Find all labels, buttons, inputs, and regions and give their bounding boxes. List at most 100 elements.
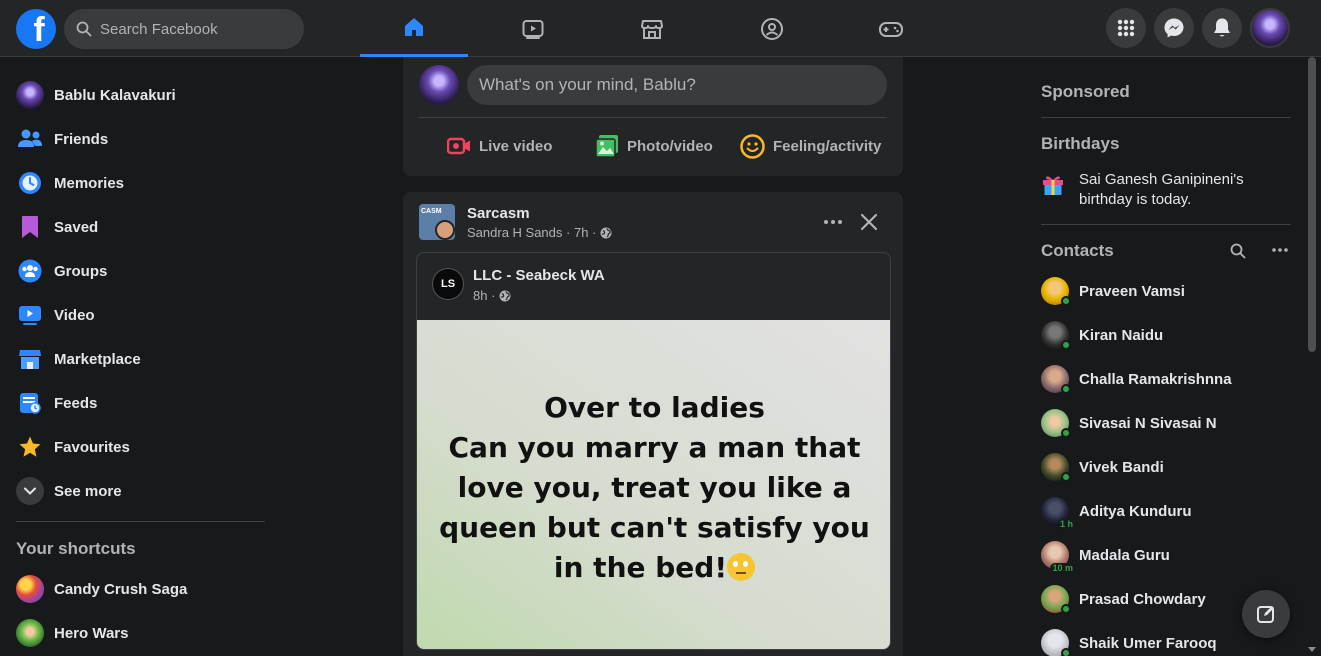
composer-divider — [419, 117, 887, 118]
gaming-icon — [879, 21, 903, 37]
facebook-logo-letter: f — [33, 11, 45, 49]
contact-item[interactable]: Praveen Vamsi — [1041, 269, 1291, 313]
scrollbar-thumb[interactable] — [1308, 57, 1316, 352]
tab-marketplace[interactable] — [598, 0, 706, 57]
feeling-icon — [740, 133, 765, 159]
post-time[interactable]: 7h — [574, 225, 588, 240]
contact-name: Aditya Kunduru — [1079, 502, 1192, 520]
contact-avatar — [1041, 409, 1071, 438]
post-more-options[interactable] — [821, 210, 845, 234]
sidebar-divider — [16, 521, 265, 522]
sidebar-item-memories[interactable]: Memories — [8, 161, 268, 205]
contact-item[interactable]: Kiran Naidu — [1041, 313, 1291, 357]
messenger-icon — [1164, 18, 1184, 38]
shared-page-name[interactable]: LLC - Seabeck WA — [473, 267, 605, 284]
online-status-dot — [1061, 296, 1071, 306]
online-status-dot — [1061, 648, 1071, 656]
contact-item[interactable]: 1 h Aditya Kunduru — [1041, 489, 1291, 533]
post-meta: Sandra H Sands · 7h · — [467, 225, 612, 240]
contact-avatar — [1041, 365, 1071, 394]
tab-home[interactable] — [360, 0, 468, 57]
contacts-more-icon[interactable] — [1271, 247, 1289, 253]
feeling-activity-button[interactable]: Feeling/activity — [740, 133, 881, 159]
contact-name: Shaik Umer Farooq — [1079, 634, 1217, 652]
photo-video-button[interactable]: Photo/video — [595, 133, 713, 159]
tab-gaming[interactable] — [837, 0, 945, 57]
contact-avatar — [1041, 321, 1071, 350]
menu-grid-icon — [1117, 19, 1135, 37]
facebook-logo[interactable]: f — [16, 9, 56, 49]
scroll-down-arrow-icon[interactable] — [1308, 647, 1316, 652]
hero-wars-icon — [16, 619, 44, 647]
video-icon — [16, 301, 44, 329]
birthday-notice[interactable]: Sai Ganesh Ganipineni's birthday is toda… — [1041, 170, 1279, 210]
online-status-dot — [1061, 428, 1071, 438]
sidebar-item-feeds[interactable]: Feeds — [8, 381, 268, 425]
post-author[interactable]: Sandra H Sands — [467, 225, 562, 240]
whats-on-your-mind-input[interactable]: What's on your mind, Bablu? — [467, 65, 887, 105]
friends-icon — [16, 125, 44, 153]
sidebar-item-marketplace[interactable]: Marketplace — [8, 337, 268, 381]
shortcuts-heading: Your shortcuts — [16, 539, 136, 558]
tab-watch[interactable] — [479, 0, 587, 57]
composer-avatar[interactable] — [419, 65, 459, 105]
groups-icon — [761, 17, 783, 40]
contacts-search-icon[interactable] — [1230, 243, 1246, 259]
right-divider — [1041, 117, 1291, 118]
quote-line: love you, treat you like a — [457, 471, 852, 504]
search-input[interactable] — [100, 20, 280, 38]
contact-item[interactable]: Challa Ramakrishnna — [1041, 357, 1291, 401]
sidebar-item-favourites[interactable]: Favourites — [8, 425, 268, 469]
more-horizontal-icon — [824, 220, 842, 224]
post-image[interactable]: Over to ladies Can you marry a man that … — [417, 320, 890, 649]
search-icon — [76, 21, 92, 37]
sidebar-item-saved[interactable]: Saved — [8, 205, 268, 249]
contact-item[interactable]: Sivasai N Sivasai N — [1041, 401, 1291, 445]
shared-page-avatar[interactable]: LS — [432, 268, 464, 300]
sidebar-item-friends[interactable]: Friends — [8, 117, 268, 161]
contact-name: Prasad Chowdary — [1079, 590, 1206, 608]
memories-icon — [16, 169, 44, 197]
online-status-dot — [1061, 384, 1071, 394]
quote-line-last: in the bed! — [417, 548, 890, 588]
page-avatar[interactable]: CASM — [419, 204, 455, 240]
photo-video-label: Photo/video — [627, 137, 713, 155]
sidebar-item-profile[interactable]: Bablu Kalavakuri — [8, 73, 268, 117]
sidebar-item-video[interactable]: Video — [8, 293, 268, 337]
contact-avatar — [1041, 277, 1071, 306]
shortcut-candy-crush[interactable]: Candy Crush Saga — [8, 567, 268, 611]
shared-post-time[interactable]: 8h — [473, 288, 487, 303]
globe-icon — [499, 290, 511, 301]
sidebar-item-label: Memories — [54, 174, 125, 192]
account-avatar[interactable] — [1250, 8, 1290, 48]
new-message-button[interactable] — [1242, 590, 1290, 638]
live-video-button[interactable]: Live video — [447, 133, 552, 159]
contact-avatar — [1041, 585, 1071, 614]
contact-avatar: 10 m — [1041, 541, 1075, 573]
sidebar-item-groups[interactable]: Groups — [8, 249, 268, 293]
shortcut-hero-wars[interactable]: Hero Wars — [8, 611, 268, 655]
profile-avatar — [16, 81, 44, 109]
feed-post: CASM Sarcasm Sandra H Sands · 7h · LS LL… — [403, 192, 903, 656]
post-page-name[interactable]: Sarcasm — [467, 205, 530, 222]
contact-name: Challa Ramakrishnna — [1079, 370, 1232, 388]
page-avatar-text: CASM — [421, 208, 442, 215]
contact-avatar — [1041, 453, 1071, 482]
messenger-button[interactable] — [1154, 8, 1194, 48]
search-box[interactable] — [64, 9, 304, 49]
watch-icon — [522, 19, 544, 39]
gift-icon — [1043, 176, 1063, 195]
page-scrollbar[interactable] — [1304, 57, 1321, 656]
saved-icon — [16, 213, 44, 241]
birthdays-heading: Birthdays — [1041, 134, 1120, 153]
contact-item[interactable]: 10 m Madala Guru — [1041, 533, 1291, 577]
menu-button[interactable] — [1106, 8, 1146, 48]
tab-groups[interactable] — [718, 0, 826, 57]
feeds-icon — [16, 389, 44, 417]
notifications-button[interactable] — [1202, 8, 1242, 48]
sidebar-item-see-more[interactable]: See more — [8, 469, 268, 513]
contacts-heading: Contacts — [1041, 241, 1114, 260]
contact-item[interactable]: Vivek Bandi — [1041, 445, 1291, 489]
sidebar-item-label: Feeds — [54, 394, 98, 412]
hide-post-button[interactable] — [857, 210, 881, 234]
